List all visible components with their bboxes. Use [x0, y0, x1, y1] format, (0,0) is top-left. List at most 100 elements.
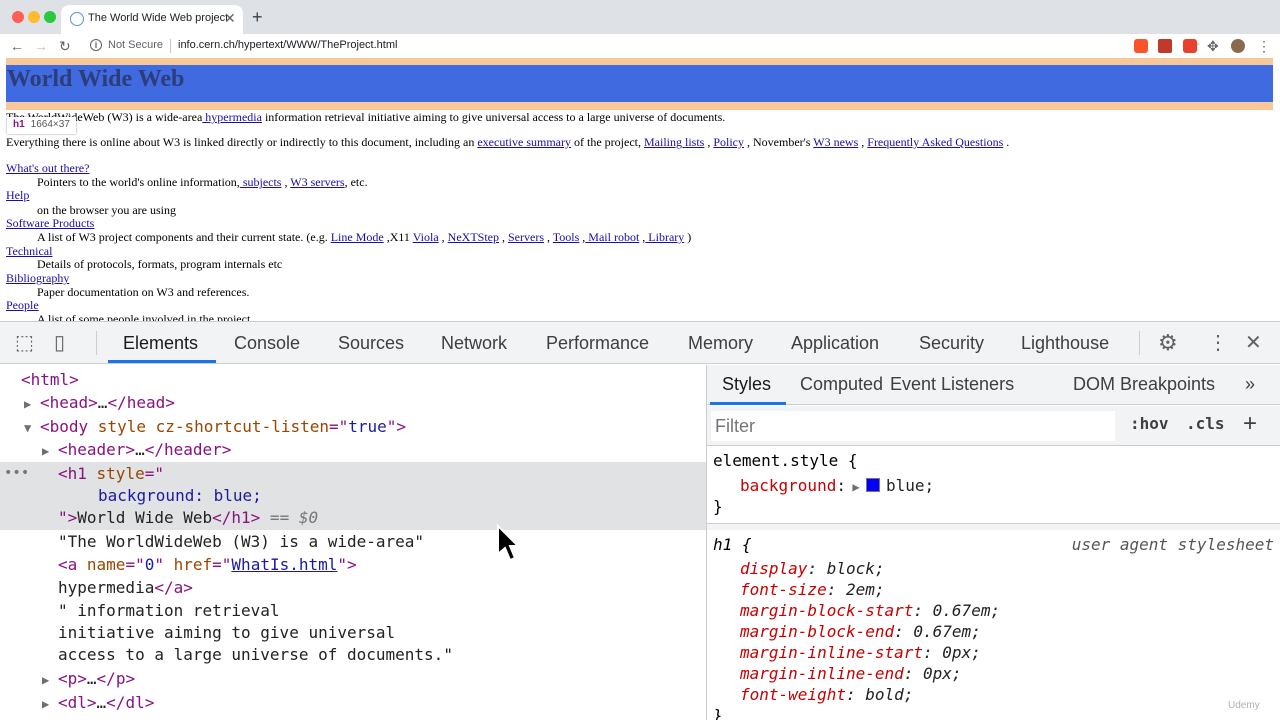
- puzzle-icon[interactable]: ✥: [1207, 37, 1219, 55]
- tab-application[interactable]: Application: [791, 333, 879, 354]
- whats-out-there-link[interactable]: What's out there?: [6, 161, 89, 176]
- style-declaration[interactable]: display: block;: [740, 559, 885, 579]
- window-close-button[interactable]: [12, 11, 24, 23]
- dom-body-node[interactable]: ▼ <body style cz-shortcut-listen="true">: [24, 417, 406, 438]
- subjects-link[interactable]: subjects: [240, 175, 282, 189]
- nextstep-link[interactable]: NeXTStep: [448, 230, 499, 244]
- megaphone-icon[interactable]: [1158, 39, 1172, 53]
- node-actions-icon[interactable]: •••: [4, 465, 29, 481]
- dom-h1-style-value[interactable]: background: blue;: [98, 486, 262, 506]
- collapse-triangle-icon[interactable]: ▼: [24, 418, 40, 438]
- tab-network[interactable]: Network: [441, 333, 507, 354]
- dom-text-node[interactable]: "The WorldWideWeb (W3) is a wide-area": [58, 532, 424, 552]
- executive-summary-link[interactable]: executive summary: [477, 135, 571, 149]
- style-declaration[interactable]: margin-block-end: 0.67em;: [740, 622, 981, 642]
- tab-lighthouse[interactable]: Lighthouse: [1021, 333, 1109, 354]
- style-declaration[interactable]: font-weight: bold;: [740, 685, 913, 705]
- style-declaration[interactable]: margin-inline-start: 0px;: [740, 643, 981, 663]
- property-name[interactable]: background: [740, 476, 836, 495]
- tools-link[interactable]: Tools: [553, 230, 580, 244]
- more-options-icon[interactable]: ⋮: [1208, 332, 1228, 354]
- back-arrow-icon[interactable]: ←: [10, 37, 24, 55]
- new-rule-button[interactable]: +: [1243, 410, 1257, 438]
- line-mode-link[interactable]: Line Mode: [331, 230, 384, 244]
- extension-icon[interactable]: [1183, 39, 1197, 53]
- tab-dom-breakpoints[interactable]: DOM Breakpoints: [1073, 374, 1215, 395]
- style-declaration[interactable]: background: ▶ blue;: [740, 476, 934, 497]
- style-declaration[interactable]: margin-inline-end: 0px;: [740, 664, 962, 684]
- tab-styles[interactable]: Styles: [722, 374, 771, 395]
- settings-gear-icon[interactable]: ⚙: [1158, 332, 1178, 354]
- library-link[interactable]: Library: [645, 230, 684, 244]
- tab-elements[interactable]: Elements: [123, 333, 198, 354]
- tab-computed[interactable]: Computed: [800, 374, 883, 395]
- expand-triangle-icon[interactable]: ▶: [42, 441, 58, 461]
- expand-triangle-icon[interactable]: ▶: [42, 670, 58, 690]
- expand-triangle-icon[interactable]: ▶: [42, 694, 58, 714]
- new-tab-button[interactable]: +: [252, 7, 263, 28]
- mailing-lists-link[interactable]: Mailing lists: [644, 135, 704, 149]
- menu-icon[interactable]: ⋮: [1257, 37, 1271, 55]
- tab-memory[interactable]: Memory: [688, 333, 753, 354]
- attr-eq: =": [125, 555, 145, 574]
- tab-security[interactable]: Security: [919, 333, 984, 354]
- dom-text-node-2c[interactable]: access to a large universe of documents.…: [58, 645, 453, 665]
- forward-arrow-icon[interactable]: →: [34, 37, 48, 55]
- dom-head-node[interactable]: ▶ <head>…</head>: [24, 393, 175, 414]
- dom-header-node[interactable]: ▶ <header>…</header>: [42, 440, 231, 461]
- dom-p-node[interactable]: ▶ <p>…</p>: [42, 669, 135, 690]
- servers-link[interactable]: Servers: [508, 230, 544, 244]
- inspect-element-icon[interactable]: ⬚: [15, 332, 34, 354]
- dom-text-node-2b[interactable]: initiative aiming to give universal: [58, 623, 395, 643]
- dom-h1-close[interactable]: ">World Wide Web</h1> == $0: [58, 508, 318, 528]
- dom-text-node-2[interactable]: " information retrieval: [58, 601, 280, 621]
- rule-selector[interactable]: element.style {: [713, 451, 858, 471]
- more-tabs-icon[interactable]: »: [1245, 374, 1255, 395]
- color-swatch[interactable]: [865, 478, 880, 492]
- device-toolbar-icon[interactable]: ▯: [54, 332, 65, 354]
- cls-toggle[interactable]: .cls: [1186, 414, 1225, 433]
- property-value[interactable]: blue;: [886, 476, 934, 495]
- tab-sources[interactable]: Sources: [338, 333, 404, 354]
- bibliography-link[interactable]: Bibliography: [6, 271, 69, 286]
- dom-a-text[interactable]: hypermedia</a>: [58, 578, 193, 598]
- tab-event-listeners[interactable]: Event Listeners: [890, 374, 1014, 395]
- dom-h1-node[interactable]: <h1 style=": [58, 464, 164, 484]
- reload-icon[interactable]: ↻: [59, 37, 71, 55]
- browser-tab[interactable]: The World Wide Web project ✕: [61, 5, 243, 34]
- close-devtools-icon[interactable]: ✕: [1245, 332, 1262, 354]
- hov-toggle[interactable]: :hov: [1130, 414, 1169, 433]
- rule-selector[interactable]: h1 {: [713, 535, 752, 555]
- policy-link[interactable]: Policy: [713, 135, 744, 149]
- property-colon: :: [807, 559, 827, 578]
- tab-close-icon[interactable]: ✕: [224, 10, 236, 27]
- style-declaration[interactable]: font-size: 2em;: [740, 580, 885, 600]
- address-bar[interactable]: i Not Secure info.cern.ch/hypertext/WWW/…: [84, 35, 1201, 57]
- tab-console[interactable]: Console: [234, 333, 300, 354]
- expand-triangle-icon[interactable]: ▶: [24, 394, 40, 414]
- avatar[interactable]: [1231, 39, 1245, 53]
- viola-link[interactable]: Viola: [413, 230, 439, 244]
- dom-a-node[interactable]: <a name="0" href="WhatIs.html">: [58, 555, 357, 575]
- url-text[interactable]: info.cern.ch/hypertext/WWW/TheProject.ht…: [178, 39, 397, 51]
- dom-html-node[interactable]: <html>: [21, 370, 79, 390]
- software-products-link[interactable]: Software Products: [6, 216, 94, 231]
- hypermedia-link[interactable]: hypermedia: [202, 110, 262, 124]
- expand-triangle-icon[interactable]: ▶: [846, 477, 866, 497]
- w3-news-link[interactable]: W3 news: [813, 135, 858, 149]
- faq-link[interactable]: Frequently Asked Questions: [867, 135, 1003, 149]
- dom-dl-node[interactable]: ▶ <dl>…</dl>: [42, 693, 154, 714]
- window-minimize-button[interactable]: [28, 11, 40, 23]
- href-link[interactable]: WhatIs.html: [231, 555, 337, 574]
- attr-name: style: [86, 464, 145, 483]
- window-maximize-button[interactable]: [44, 11, 56, 23]
- filter-input[interactable]: [711, 411, 1115, 441]
- style-declaration[interactable]: margin-block-start: 0.67em;: [740, 601, 1000, 621]
- help-link[interactable]: Help: [6, 188, 29, 203]
- mail-robot-link[interactable]: Mail robot: [585, 230, 639, 244]
- people-link[interactable]: People: [6, 298, 39, 313]
- info-icon[interactable]: i: [90, 39, 102, 51]
- w3-servers-link[interactable]: W3 servers: [290, 175, 344, 189]
- brave-shield-icon[interactable]: [1134, 39, 1148, 53]
- tab-performance[interactable]: Performance: [546, 333, 649, 354]
